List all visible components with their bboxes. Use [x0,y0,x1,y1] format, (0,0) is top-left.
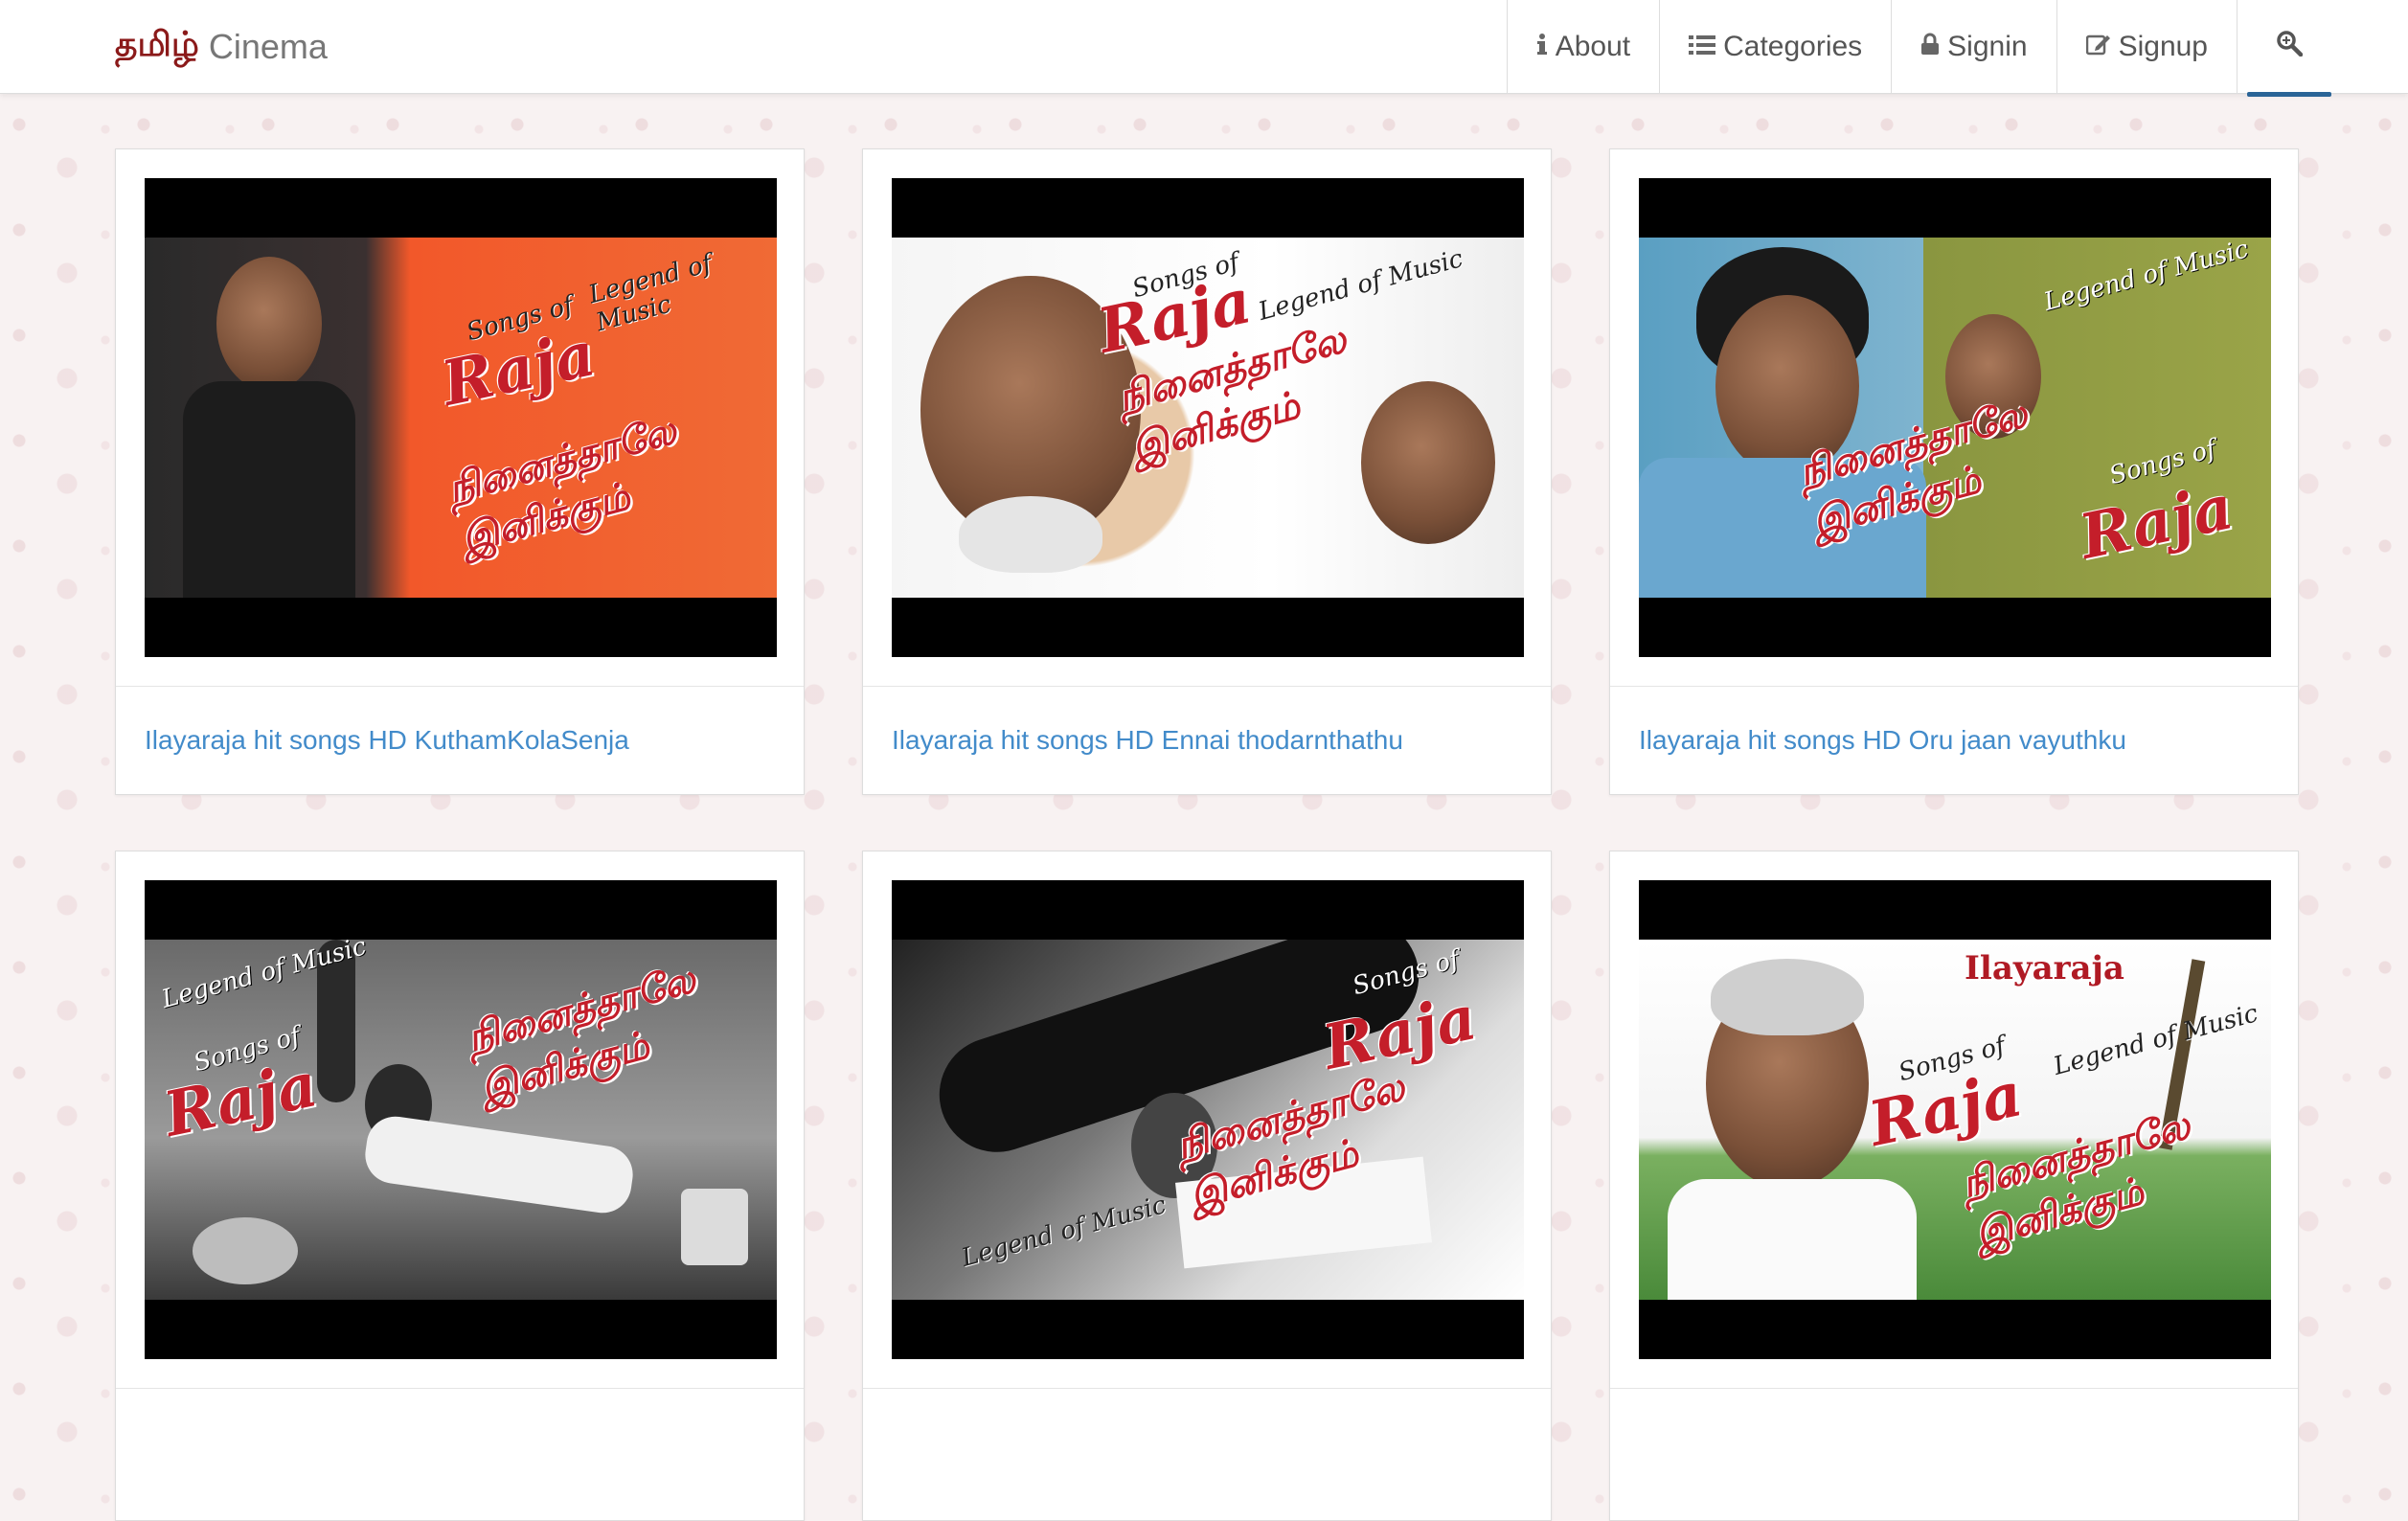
drum-shape [681,1189,748,1265]
card-caption [116,1389,804,1496]
video-card: Legend of Music Songs of Raja நினைத்தாலே… [1609,148,2299,795]
portrait-face [216,257,322,391]
art-legend: Legend of Music [2050,999,2261,1081]
brand-link[interactable]: தமிழ் Cinema [115,0,328,93]
nav-about[interactable]: About [1506,0,1659,93]
instrument-shape [193,1217,298,1284]
video-card: Legend of Music Songs of Raja நினைத்தாலே… [115,148,805,795]
video-thumbnail[interactable]: Ilayaraja Songs of Legend of Music Raja … [1639,880,2271,1359]
thumbnail-frame: Songs of Raja Legend of Music நினைத்தாலே… [863,851,1551,1389]
video-thumbnail[interactable]: Legend of Music Songs of Raja நினைத்தாலே… [145,880,777,1359]
nav-menu: About Categories Signin Signup [1506,0,2341,97]
navbar: தமிழ் Cinema About Categories Signin Sig… [0,0,2408,97]
thumbnail-art: Songs of Legend of Music Raja நினைத்தாலே… [892,238,1524,598]
portrait-body [183,381,355,598]
video-card: Songs of Raja Legend of Music நினைத்தாலே… [862,851,1552,1521]
art-raja: Raja [157,1049,324,1151]
video-card: Legend of Music Songs of Raja நினைத்தாலே… [115,851,805,1521]
lock-icon [1920,31,1940,63]
video-title-link[interactable]: Ilayaraja hit songs HD Ennai thodarnthat… [892,725,1403,756]
art-raja: Raja [435,318,602,420]
video-card: Ilayaraja Songs of Legend of Music Raja … [1609,851,2299,1521]
art-legend: Legend of Music [2040,238,2252,317]
portrait-beard [959,496,1102,573]
art-legend: Legend of Music [585,249,716,338]
video-thumbnail[interactable]: Legend of Music Songs of Raja நினைத்தாலே… [145,178,777,657]
nav-search[interactable] [2237,0,2341,97]
card-caption: Ilayaraja hit songs HD KuthamKolaSenja [116,687,804,794]
thumbnail-art: Legend of Music Songs of Raja நினைத்தாலே… [145,940,777,1300]
nav-signin[interactable]: Signin [1891,0,2056,93]
nav-signup[interactable]: Signup [2056,0,2237,93]
art-name: Ilayaraja [1965,949,2124,988]
thumbnail-art: Legend of Music Songs of Raja நினைத்தாலே… [145,238,777,598]
video-title-link[interactable]: Ilayaraja hit songs HD Oru jaan vayuthku [1639,725,2126,756]
search-icon [2276,30,2304,64]
thumbnail-frame: Legend of Music Songs of Raja நினைத்தாலே… [116,149,804,687]
card-caption: Ilayaraja hit songs HD Ennai thodarnthat… [863,687,1551,794]
art-raja: Raja [2073,471,2239,574]
brand-tamil: தமிழ் [115,24,199,63]
art-tamil: நினைத்தாலே இனிக்கும் [443,407,681,562]
thumbnail-frame: Songs of Legend of Music Raja நினைத்தாலே… [863,149,1551,687]
thumbnail-frame: Legend of Music Songs of Raja நினைத்தாலே… [1610,149,2298,687]
brand-name: Cinema [208,26,328,66]
card-caption [863,1389,1551,1496]
art-legend: Legend of Music [958,1191,1170,1273]
nav-categories[interactable]: Categories [1659,0,1891,93]
nav-signup-label: Signup [2118,30,2208,62]
nav-about-label: About [1555,30,1631,62]
video-card: Songs of Legend of Music Raja நினைத்தாலே… [862,148,1552,795]
thumbnail-art: Ilayaraja Songs of Legend of Music Raja … [1639,940,2271,1300]
portrait-body [1668,1179,1917,1300]
portrait-hair [1711,959,1864,1035]
nav-categories-label: Categories [1723,30,1863,62]
video-thumbnail[interactable]: Legend of Music Songs of Raja நினைத்தாலே… [1639,178,2271,657]
card-caption [1610,1389,2298,1496]
edit-icon [2085,31,2111,63]
art-raja: Raja [1862,1058,2029,1161]
portrait-body [361,1112,637,1217]
thumbnail-art: Songs of Raja Legend of Music நினைத்தாலே… [892,940,1524,1300]
card-caption: Ilayaraja hit songs HD Oru jaan vayuthku [1610,687,2298,794]
thumbnail-frame: Legend of Music Songs of Raja நினைத்தாலே… [116,851,804,1389]
portrait-face-small [1361,381,1495,544]
art-tamil: நினைத்தாலே இனிக்கும் [462,956,700,1111]
list-icon [1689,31,1716,63]
info-icon [1536,31,1548,63]
video-thumbnail[interactable]: Songs of Raja Legend of Music நினைத்தாலே… [892,880,1524,1359]
video-thumbnail[interactable]: Songs of Legend of Music Raja நினைத்தாலே… [892,178,1524,657]
video-title-link[interactable]: Ilayaraja hit songs HD KuthamKolaSenja [145,725,629,756]
nav-signin-label: Signin [1947,30,2028,62]
thumbnail-art: Legend of Music Songs of Raja நினைத்தாலே… [1639,238,2271,598]
art-legend: Legend of Music [1255,244,1466,327]
thumbnail-frame: Ilayaraja Songs of Legend of Music Raja … [1610,851,2298,1389]
